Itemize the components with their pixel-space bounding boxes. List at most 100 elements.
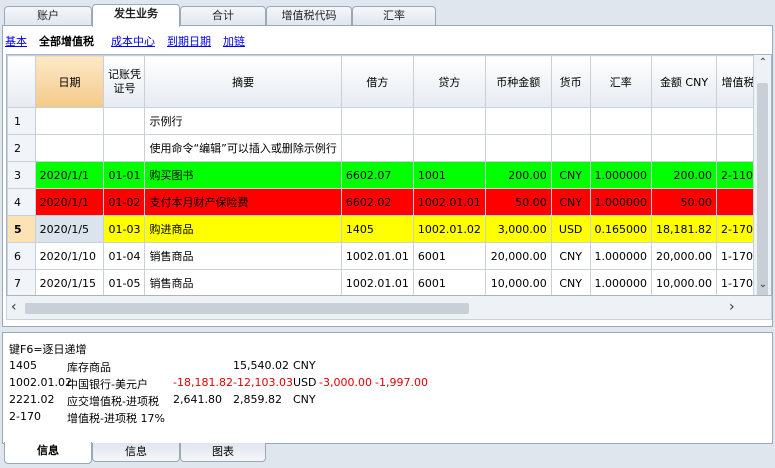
cell-rate[interactable]	[589, 134, 653, 162]
table-row[interactable]: 3 2020/1/1 01-01 购买图书 6602.07 1001 200.00 CNY 1.…	[7, 161, 771, 189]
cell-date[interactable]	[34, 107, 105, 135]
table-row[interactable]: 7 2020/1/15 01-05 销售商品 1002.01.01 6001 10,000.…	[7, 269, 771, 295]
cell-description[interactable]: 支付本月财产保险费	[144, 188, 342, 216]
view-cost-center-link[interactable]: 成本中心	[111, 33, 155, 49]
cell-amount-cny[interactable]	[651, 134, 717, 162]
cell-rate[interactable]: 1.000000	[589, 161, 653, 189]
cell-description[interactable]: 销售商品	[144, 269, 342, 295]
column-header-credit[interactable]: 贷方	[412, 55, 486, 108]
cell-currency[interactable]: CNY	[550, 269, 591, 295]
cell-date[interactable]: 2020/1/1	[34, 188, 105, 216]
cell-rate[interactable]	[589, 107, 653, 135]
tab-transactions[interactable]: 发生业务	[92, 4, 180, 27]
cell-rate[interactable]: 1.000000	[589, 188, 653, 216]
cell-debit[interactable]: 1405	[340, 215, 414, 243]
cell-description[interactable]: 购进商品	[144, 215, 342, 243]
cell-description[interactable]: 使用命令“编辑”可以插入或删除示例行	[144, 134, 342, 162]
cell-credit[interactable]: 6001	[412, 269, 486, 295]
view-all-vat-link[interactable]: 全部增值税	[39, 33, 94, 49]
scroll-right-icon[interactable]: ›	[729, 299, 735, 315]
column-header-doc[interactable]: 记账凭证号	[103, 55, 146, 108]
cell-date[interactable]	[34, 134, 105, 162]
row-number[interactable]: 2	[7, 134, 36, 162]
vertical-scroll-thumb[interactable]	[757, 83, 768, 295]
cell-description[interactable]: 购买图书	[144, 161, 342, 189]
tab-totals[interactable]: 合计	[180, 6, 266, 26]
cell-debit[interactable]: 1002.01.01	[340, 269, 414, 295]
vertical-scrollbar[interactable]: ⌃ ⌄	[753, 55, 771, 295]
cell-debit[interactable]: 6602.07	[340, 161, 414, 189]
cell-debit[interactable]	[340, 134, 414, 162]
table-row[interactable]: 5 2020/1/5 01-03 购进商品 1405 1002.01.02 3,000.00…	[7, 215, 771, 243]
tab-info[interactable]: 信息	[4, 442, 92, 464]
row-number[interactable]: 1	[7, 107, 36, 135]
view-due-date-link[interactable]: 到期日期	[167, 33, 211, 49]
cell-rate[interactable]: 1.000000	[589, 269, 653, 295]
column-header-amount-cny[interactable]: 金额 CNY	[651, 55, 717, 108]
cell-credit[interactable]: 1002.01.02	[412, 215, 486, 243]
cell-amount-cny[interactable]: 50.00	[651, 188, 717, 216]
table-row[interactable]: 1 示例行	[7, 107, 771, 135]
column-header-rate[interactable]: 汇率	[589, 55, 653, 108]
cell-currency[interactable]: CNY	[550, 242, 591, 270]
column-header-currency[interactable]: 货币	[550, 55, 591, 108]
cell-amount-currency[interactable]	[484, 107, 552, 135]
cell-date[interactable]: 2020/1/5	[34, 215, 105, 243]
column-header-debit[interactable]: 借方	[340, 55, 414, 108]
cell-doc[interactable]: 01-03	[103, 215, 146, 243]
cell-currency[interactable]	[550, 134, 591, 162]
cell-amount-currency[interactable]: 3,000.00	[484, 215, 552, 243]
cell-amount-cny[interactable]: 20,000.00	[651, 242, 717, 270]
cell-currency[interactable]	[550, 107, 591, 135]
cell-date[interactable]: 2020/1/15	[34, 269, 105, 295]
cell-amount-cny[interactable]: 200.00	[651, 161, 717, 189]
table-row[interactable]: 6 2020/1/10 01-04 销售商品 1002.01.01 6001 20,000.…	[7, 242, 771, 270]
cell-doc[interactable]: 01-05	[103, 269, 146, 295]
tab-vat-codes[interactable]: 增值税代码	[266, 6, 352, 26]
cell-description[interactable]: 销售商品	[144, 242, 342, 270]
cell-currency[interactable]: CNY	[550, 161, 591, 189]
table-row[interactable]: 2 使用命令“编辑”可以插入或删除示例行	[7, 134, 771, 162]
horizontal-scrollbar[interactable]: ‹ ›	[6, 296, 772, 320]
cell-doc[interactable]: 01-02	[103, 188, 146, 216]
cell-debit[interactable]: 1002.01.01	[340, 242, 414, 270]
cell-doc[interactable]: 01-04	[103, 242, 146, 270]
cell-currency[interactable]: CNY	[550, 188, 591, 216]
cell-rate[interactable]: 0.165000	[589, 215, 653, 243]
cell-doc[interactable]: 01-01	[103, 161, 146, 189]
table-row[interactable]: 4 2020/1/1 01-02 支付本月财产保险费 6602.02 1002.01.01…	[7, 188, 771, 216]
cell-credit[interactable]: 6001	[412, 242, 486, 270]
cell-currency[interactable]: USD	[550, 215, 591, 243]
scroll-up-icon[interactable]: ⌃	[754, 57, 771, 68]
tab-charts[interactable]: 图表	[180, 443, 266, 462]
view-basic-link[interactable]: 基本	[5, 33, 27, 49]
row-number[interactable]: 4	[7, 188, 36, 216]
row-number[interactable]: 7	[7, 269, 36, 295]
cell-amount-currency[interactable]: 20,000.00	[484, 242, 552, 270]
column-header-description[interactable]: 摘要	[144, 55, 342, 108]
horizontal-scroll-thumb[interactable]	[25, 303, 469, 314]
cell-rate[interactable]: 1.000000	[589, 242, 653, 270]
cell-amount-currency[interactable]: 50.00	[484, 188, 552, 216]
column-header-date[interactable]: 日期	[34, 55, 105, 108]
view-links-link[interactable]: 加链	[223, 33, 245, 49]
cell-amount-cny[interactable]	[651, 107, 717, 135]
row-number-header[interactable]	[7, 55, 36, 108]
tab-messages[interactable]: 信息	[92, 443, 180, 462]
cell-amount-currency[interactable]	[484, 134, 552, 162]
cell-debit[interactable]	[340, 107, 414, 135]
cell-date[interactable]: 2020/1/10	[34, 242, 105, 270]
cell-credit[interactable]	[412, 107, 486, 135]
column-header-amount-currency[interactable]: 币种金额	[484, 55, 552, 108]
row-number[interactable]: 6	[7, 242, 36, 270]
cell-credit[interactable]	[412, 134, 486, 162]
cell-amount-cny[interactable]: 10,000.00	[651, 269, 717, 295]
cell-credit[interactable]: 1002.01.01	[412, 188, 486, 216]
row-number[interactable]: 3	[7, 161, 36, 189]
cell-description[interactable]: 示例行	[144, 107, 342, 135]
row-number[interactable]: 5	[7, 215, 36, 243]
scroll-left-icon[interactable]: ‹	[11, 299, 17, 315]
tab-accounts[interactable]: 账户	[4, 6, 92, 26]
cell-doc[interactable]	[103, 134, 146, 162]
tab-exchange-rates[interactable]: 汇率	[352, 6, 436, 26]
